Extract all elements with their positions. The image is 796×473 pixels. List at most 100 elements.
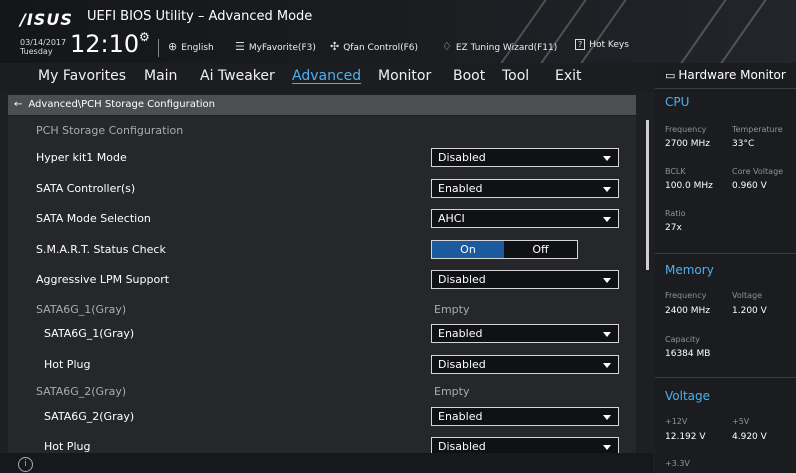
- tab-exit[interactable]: Exit: [555, 68, 582, 84]
- language-button[interactable]: ⊕ English: [168, 40, 214, 53]
- tab-ai-tweaker[interactable]: Ai Tweaker: [200, 68, 275, 84]
- setting-row-sata-controllers: SATA Controller(s) Enabled: [8, 176, 636, 204]
- breadcrumb[interactable]: ← Advanced\PCH Storage Configuration: [8, 95, 636, 115]
- setting-label: Hot Plug: [44, 358, 91, 371]
- chevron-down-icon: [603, 217, 611, 222]
- setting-row-sata-mode: SATA Mode Selection AHCI: [8, 206, 636, 234]
- dropdown-value: AHCI: [438, 212, 465, 225]
- cpu-temperature-label: Temperature: [732, 125, 783, 134]
- sata-controllers-dropdown[interactable]: Enabled: [431, 179, 619, 198]
- language-label: English: [181, 43, 214, 53]
- port-row-sata6g-2: SATA6G_2(Gray) Empty: [8, 379, 636, 407]
- chevron-down-icon: [603, 363, 611, 368]
- dropdown-value: Disabled: [438, 358, 486, 371]
- tab-boot[interactable]: Boot: [453, 68, 485, 84]
- monitor-icon: ▭: [665, 69, 676, 82]
- qfan-control-button[interactable]: ✣ Qfan Control(F6): [330, 40, 418, 53]
- dropdown-value: Enabled: [438, 410, 483, 423]
- v5-label: +5V: [732, 417, 750, 426]
- tab-monitor[interactable]: Monitor: [378, 68, 431, 84]
- date-display: 03/14/2017 Tuesday: [20, 38, 66, 56]
- setting-label: SATA Mode Selection: [36, 212, 151, 225]
- v12-label: +12V: [665, 417, 688, 426]
- chevron-down-icon: [603, 156, 611, 161]
- sata6g-2-dropdown[interactable]: Enabled: [431, 407, 619, 426]
- capacity-label: Capacity: [665, 335, 700, 344]
- dropdown-value: Enabled: [438, 327, 483, 340]
- setting-row-hot-plug-1: Hot Plug Disabled: [8, 352, 636, 380]
- hot-keys-label: Hot Keys: [589, 40, 629, 50]
- setting-label: SATA Controller(s): [36, 182, 136, 195]
- app-title: UEFI BIOS Utility – Advanced Mode: [87, 9, 313, 24]
- memory-heading: Memory: [665, 263, 714, 277]
- port-status: Empty: [434, 303, 470, 316]
- sata6g-1-dropdown[interactable]: Enabled: [431, 324, 619, 343]
- section-title: PCH Storage Configuration: [36, 124, 184, 137]
- cpu-frequency-label: Frequency: [665, 125, 707, 134]
- memory-frequency-value: 2400 MHz: [665, 306, 711, 316]
- hardware-monitor-title: ▭ Hardware Monitor: [665, 68, 786, 82]
- tab-my-favorites[interactable]: My Favorites: [38, 68, 126, 84]
- dropdown-value: Disabled: [438, 151, 486, 164]
- sata-mode-dropdown[interactable]: AHCI: [431, 209, 619, 228]
- tab-main[interactable]: Main: [144, 68, 177, 84]
- setting-label: SATA6G_2(Gray): [44, 410, 135, 423]
- bclk-label: BCLK: [665, 167, 686, 176]
- chevron-down-icon: [603, 415, 611, 420]
- qfan-label: Qfan Control(F6): [343, 43, 419, 53]
- dropdown-value: Disabled: [438, 273, 486, 286]
- ez-tuning-wizard-button[interactable]: ♢ EZ Tuning Wizard(F11): [442, 40, 557, 53]
- info-icon: i: [18, 457, 33, 472]
- tab-tool[interactable]: Tool: [502, 68, 529, 84]
- setting-label: SATA6G_1(Gray): [44, 327, 135, 340]
- core-voltage-value: 0.960 V: [732, 181, 767, 191]
- port-status: Empty: [434, 385, 470, 398]
- memory-frequency-label: Frequency: [665, 291, 707, 300]
- hot-plug-1-dropdown[interactable]: Disabled: [431, 355, 619, 374]
- title-bar: /ISUS UEFI BIOS Utility – Advanced Mode …: [0, 0, 796, 63]
- smart-status-toggle[interactable]: On Off: [431, 240, 578, 259]
- tab-advanced[interactable]: Advanced: [292, 68, 361, 84]
- bulb-icon: ♢: [442, 40, 452, 53]
- day-text: Tuesday: [20, 47, 53, 56]
- hardware-monitor-panel: ▭ Hardware Monitor CPU Frequency 2700 MHz…: [655, 63, 796, 473]
- cpu-temperature-value: 33°C: [732, 139, 755, 149]
- v5-value: 4.920 V: [732, 432, 767, 442]
- globe-icon: ⊕: [168, 40, 178, 53]
- main-tabs: My Favorites Main Ai Tweaker Advanced Mo…: [0, 63, 653, 93]
- memory-voltage-value: 1.200 V: [732, 306, 767, 316]
- setting-label: S.M.A.R.T. Status Check: [36, 243, 166, 256]
- hot-plug-2-dropdown[interactable]: Disabled: [431, 437, 619, 453]
- bclk-value: 100.0 MHz: [665, 181, 713, 191]
- setting-label: Aggressive LPM Support: [36, 273, 170, 286]
- v33-label: +3.3V: [665, 459, 690, 468]
- chevron-down-icon: [603, 187, 611, 192]
- hot-keys-button[interactable]: ? Hot Keys: [575, 39, 629, 50]
- scrollbar[interactable]: [646, 120, 649, 270]
- memory-voltage-label: Voltage: [732, 291, 763, 300]
- hotkeys-icon: ?: [575, 39, 586, 50]
- clock: 12:10: [70, 30, 140, 58]
- port-label: SATA6G_1(Gray): [36, 303, 127, 316]
- core-voltage-label: Core Voltage: [732, 167, 784, 176]
- toggle-off-option[interactable]: Off: [504, 241, 577, 258]
- setting-row-sata6g-1: SATA6G_1(Gray) Enabled: [8, 321, 636, 349]
- settings-list: PCH Storage Configuration Hyper kit1 Mod…: [8, 116, 636, 453]
- setting-row-hyper-kit: Hyper kit1 Mode Disabled: [8, 145, 636, 173]
- date-text: 03/14/2017: [20, 38, 67, 47]
- hyper-kit-mode-dropdown[interactable]: Disabled: [431, 148, 619, 167]
- back-arrow-icon[interactable]: ←: [14, 99, 22, 110]
- port-label: SATA6G_2(Gray): [36, 385, 127, 398]
- fan-icon: ✣: [330, 40, 340, 53]
- aggressive-lpm-dropdown[interactable]: Disabled: [431, 270, 619, 289]
- clock-settings-icon[interactable]: ⚙: [139, 30, 150, 44]
- toggle-on-option[interactable]: On: [432, 241, 504, 258]
- divider: [655, 377, 796, 378]
- chevron-down-icon: [603, 332, 611, 337]
- setting-row-hot-plug-2: Hot Plug Disabled: [8, 434, 636, 453]
- chevron-down-icon: [603, 278, 611, 283]
- myfavorite-button[interactable]: ☰ MyFavorite(F3): [235, 40, 316, 53]
- voltage-heading: Voltage: [665, 389, 711, 403]
- setting-label: Hyper kit1 Mode: [36, 151, 127, 164]
- divider: [655, 88, 796, 89]
